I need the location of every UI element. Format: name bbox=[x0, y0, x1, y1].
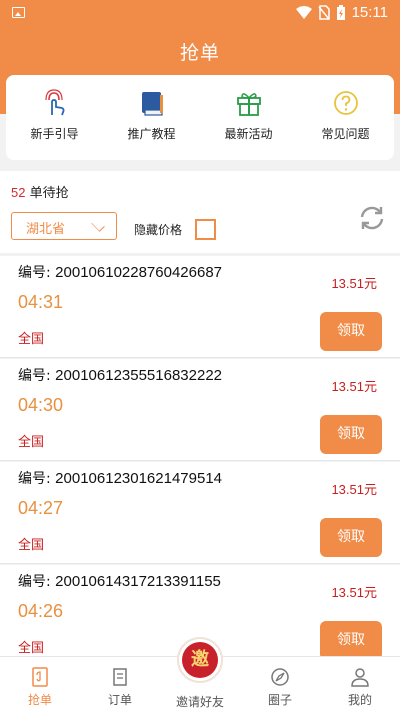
order-number-prefix: 编号: bbox=[18, 265, 56, 281]
order-time: 04:31 bbox=[18, 292, 64, 312]
pending-count-number: 52 bbox=[11, 185, 26, 200]
pending-count: 52 单待抢 bbox=[11, 182, 69, 201]
chevron-down-icon bbox=[91, 218, 105, 232]
question-icon bbox=[333, 91, 358, 115]
tab-label: 邀请好友 bbox=[175, 695, 224, 709]
hide-price-label: 隐藏价格 bbox=[134, 223, 183, 237]
image-notification-icon bbox=[12, 7, 25, 18]
tab-label: 圈子 bbox=[267, 693, 292, 707]
compass-icon bbox=[271, 668, 289, 686]
claim-button[interactable]: 领取 bbox=[320, 621, 382, 660]
status-time: 15:11 bbox=[351, 4, 388, 21]
order-card: 编号: 20010612301621479514 04:27 全国 13.51元… bbox=[0, 462, 400, 564]
order-card: 编号: 20010612355516832222 04:30 全国 13.51元… bbox=[0, 359, 400, 461]
order-number: 编号: 20010610228760426687 bbox=[18, 262, 222, 282]
quick-link-guide[interactable]: 新手引导 bbox=[6, 75, 103, 160]
province-select[interactable]: 湖北省 bbox=[11, 212, 117, 240]
grab-order-icon bbox=[32, 667, 48, 687]
order-list: 编号: 20010610228760426687 04:31 全国 13.51元… bbox=[0, 256, 400, 668]
order-price: 13.51元 bbox=[331, 482, 377, 497]
order-number-value: 20010610228760426687 bbox=[55, 264, 223, 281]
tab-label: 我的 bbox=[347, 693, 372, 707]
order-area: 全国 bbox=[18, 538, 45, 553]
quick-link-label: 新手引导 bbox=[30, 127, 79, 141]
order-number-value: 20010612355516832222 bbox=[55, 367, 223, 384]
order-time: 04:30 bbox=[18, 395, 64, 415]
order-price: 13.51元 bbox=[331, 276, 377, 291]
quick-link-faq[interactable]: 常见问题 bbox=[297, 75, 394, 160]
order-number: 编号: 20010612355516832222 bbox=[18, 365, 222, 385]
tab-invite-friends[interactable]: 邀 邀请好友 bbox=[160, 637, 240, 711]
hide-price-checkbox[interactable] bbox=[195, 219, 216, 240]
province-value: 湖北省 bbox=[26, 222, 66, 237]
book-icon bbox=[141, 92, 163, 116]
quick-link-label: 推广教程 bbox=[127, 127, 176, 141]
bottom-tab-bar: 抢单 订单 邀 邀请好友 圈子 我的 bbox=[0, 637, 400, 711]
pending-count-suffix: 单待抢 bbox=[25, 186, 69, 201]
page-title: 抢单 bbox=[179, 42, 220, 64]
order-time: 04:27 bbox=[18, 498, 64, 518]
order-number-prefix: 编号: bbox=[18, 368, 56, 384]
tab-grab-orders[interactable]: 抢单 bbox=[0, 657, 80, 711]
order-number: 编号: 20010614317213391155 bbox=[18, 571, 221, 591]
status-icons: 15:11 bbox=[295, 4, 388, 21]
order-number-value: 20010614317213391155 bbox=[55, 573, 221, 590]
invite-badge-icon: 邀 bbox=[177, 637, 223, 683]
gift-icon bbox=[236, 93, 261, 116]
status-bar: 15:11 bbox=[0, 0, 400, 26]
order-number: 编号: 20010612301621479514 bbox=[18, 468, 222, 488]
order-number-prefix: 编号: bbox=[18, 471, 56, 487]
order-card: 编号: 20010610228760426687 04:31 全国 13.51元… bbox=[0, 256, 400, 358]
quick-link-label: 最新活动 bbox=[224, 127, 273, 141]
order-area: 全国 bbox=[18, 332, 45, 347]
tab-label: 订单 bbox=[107, 693, 132, 707]
quick-links-card: 新手引导 推广教程 最新活动 常见问题 bbox=[6, 75, 394, 160]
tab-circle[interactable]: 圈子 bbox=[240, 657, 320, 711]
claim-button[interactable]: 领取 bbox=[320, 312, 382, 351]
order-price: 13.51元 bbox=[331, 379, 377, 394]
quick-link-tutorial[interactable]: 推广教程 bbox=[103, 75, 200, 160]
tab-orders[interactable]: 订单 bbox=[80, 657, 160, 711]
order-time: 04:26 bbox=[18, 601, 64, 621]
claim-button[interactable]: 领取 bbox=[320, 518, 382, 557]
battery-icon bbox=[336, 4, 345, 20]
hand-tap-icon bbox=[44, 89, 64, 116]
order-price: 13.51元 bbox=[331, 585, 377, 600]
order-list-icon bbox=[113, 668, 127, 686]
wifi-icon bbox=[295, 5, 312, 19]
refresh-icon[interactable] bbox=[358, 204, 386, 232]
quick-link-activities[interactable]: 最新活动 bbox=[200, 75, 297, 160]
no-sim-icon bbox=[317, 5, 330, 20]
order-area: 全国 bbox=[18, 435, 45, 450]
invite-badge-text: 邀 bbox=[182, 642, 218, 678]
claim-button[interactable]: 领取 bbox=[320, 415, 382, 454]
tab-label: 抢单 bbox=[27, 693, 52, 707]
filter-bar: 52 单待抢 湖北省 隐藏价格 bbox=[0, 171, 400, 253]
order-number-value: 20010612301621479514 bbox=[55, 470, 223, 487]
order-area: 全国 bbox=[18, 641, 45, 656]
quick-link-label: 常见问题 bbox=[321, 127, 370, 141]
user-icon bbox=[351, 668, 369, 687]
tab-mine[interactable]: 我的 bbox=[320, 657, 400, 711]
order-number-prefix: 编号: bbox=[18, 574, 56, 590]
